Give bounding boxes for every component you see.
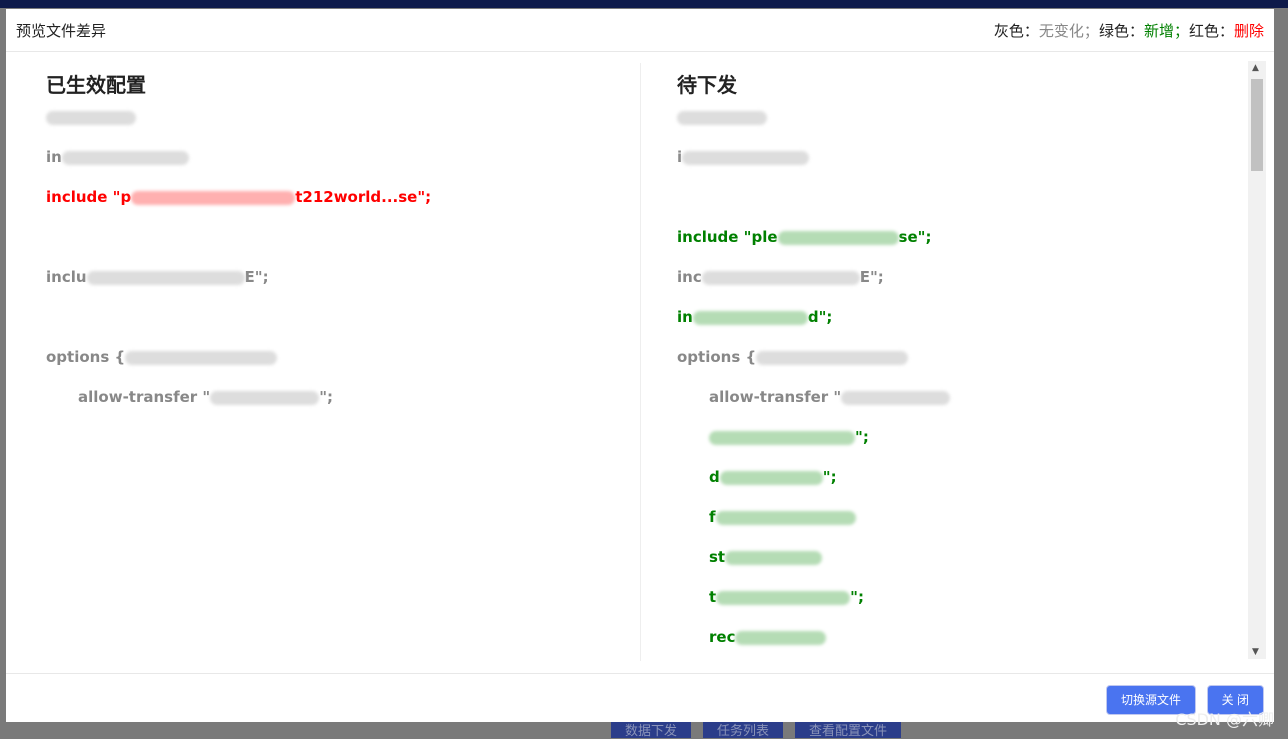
modal-header: 预览文件差异 灰色：无变化；绿色：新增；红色：删除 bbox=[6, 9, 1274, 52]
legend-green-label: 绿色： bbox=[1098, 21, 1144, 40]
diff-line-unchanged: in bbox=[46, 137, 606, 177]
redacted-text bbox=[725, 550, 823, 565]
redacted-text bbox=[841, 390, 951, 405]
pending-config-heading: 待下发 bbox=[677, 73, 737, 97]
diff-preview-modal: 预览文件差异 灰色：无变化；绿色：新增；红色：删除 已生效配置 in includ… bbox=[6, 9, 1274, 722]
diff-line-added: rec bbox=[677, 617, 1237, 657]
diff-line-unchanged: allow-transfer " "; bbox=[46, 377, 606, 417]
pending-config-column: 待下发 i include "ple se"; inc E"; in d"; options … bbox=[677, 53, 1237, 657]
diff-line-unchanged: inclu E"; bbox=[46, 257, 606, 297]
line-text-suffix: "; bbox=[822, 468, 837, 486]
line-text: f bbox=[709, 508, 716, 526]
color-legend: 灰色：无变化；绿色：新增；红色：删除 bbox=[994, 20, 1264, 41]
legend-gray-value: 无变化； bbox=[1038, 21, 1099, 40]
redacted-text bbox=[692, 310, 808, 325]
diff-line-added: f bbox=[677, 497, 1237, 537]
diff-line-added: include "ple se"; bbox=[677, 217, 1237, 257]
redacted-text bbox=[131, 190, 296, 205]
legend-green-value: 新增； bbox=[1143, 21, 1189, 40]
line-text-suffix: t212world...se"; bbox=[295, 188, 432, 206]
diff-line-added: in d"; bbox=[677, 297, 1237, 337]
redacted-text bbox=[210, 390, 320, 405]
line-text: in bbox=[46, 148, 62, 166]
scroll-down-icon[interactable]: ▼ bbox=[1252, 647, 1259, 657]
diff-line-blank bbox=[46, 217, 606, 257]
legend-red-label: 红色： bbox=[1188, 21, 1234, 40]
redacted-text bbox=[715, 510, 856, 525]
line-text: options { bbox=[677, 348, 757, 366]
redacted-text bbox=[61, 150, 189, 165]
redacted-text bbox=[756, 350, 909, 365]
scroll-up-icon[interactable]: ▲ bbox=[1252, 63, 1259, 73]
redacted-text bbox=[86, 270, 245, 285]
active-config-heading: 已生效配置 bbox=[46, 73, 146, 97]
diff-line-unchanged: i bbox=[677, 137, 1237, 177]
line-text-suffix: "; bbox=[319, 388, 334, 406]
redacted-text bbox=[46, 110, 136, 125]
diff-line-added: d "; bbox=[677, 457, 1237, 497]
line-text-suffix: se"; bbox=[898, 228, 932, 246]
redacted-text bbox=[777, 230, 899, 245]
line-text: d bbox=[709, 468, 720, 486]
line-text: include "p bbox=[46, 188, 132, 206]
modal-title: 预览文件差异 bbox=[16, 21, 107, 40]
line-text-suffix: E"; bbox=[244, 268, 269, 286]
column-divider bbox=[640, 63, 641, 661]
line-text-suffix: E"; bbox=[859, 268, 884, 286]
redacted-text bbox=[719, 470, 823, 485]
diff-line-deleted: include "p t212world...se"; bbox=[46, 177, 606, 217]
legend-red-value: 删除 bbox=[1233, 21, 1264, 40]
line-text: st bbox=[709, 548, 726, 566]
line-text: allow-transfer " bbox=[78, 388, 211, 406]
redacted-text bbox=[125, 350, 278, 365]
scrollbar-thumb[interactable] bbox=[1251, 79, 1263, 171]
background-topbar bbox=[0, 0, 1288, 8]
line-text-suffix: "; bbox=[855, 428, 869, 446]
redacted-text bbox=[709, 430, 855, 445]
diff-body: 已生效配置 in include "p t212world...se"; inclu E… bbox=[6, 53, 1274, 673]
diff-line-added: t "; bbox=[677, 577, 1237, 617]
diff-line-added: "; bbox=[677, 417, 1237, 457]
active-config-column: 已生效配置 in include "p t212world...se"; inclu E… bbox=[46, 53, 606, 417]
scrollbar[interactable]: ▲ ▼ bbox=[1248, 61, 1266, 659]
diff-line-blank bbox=[46, 297, 606, 337]
watermark: CSDN @六卿 bbox=[1175, 710, 1274, 729]
line-text: t bbox=[709, 588, 717, 606]
line-text-suffix: "; bbox=[850, 588, 864, 606]
diff-line-unchanged bbox=[677, 97, 1237, 137]
redacted-text bbox=[735, 630, 827, 645]
redacted-text bbox=[716, 590, 851, 605]
diff-line-blank bbox=[677, 177, 1237, 217]
modal-footer: 切换源文件 关 闭 bbox=[6, 673, 1274, 722]
line-text: include "ple bbox=[677, 228, 778, 246]
diff-line-unchanged: allow-transfer " bbox=[677, 377, 1237, 417]
line-text-suffix: d"; bbox=[807, 308, 833, 326]
diff-line-unchanged: options { bbox=[46, 337, 606, 377]
line-text: inc bbox=[677, 268, 702, 286]
line-text: in bbox=[677, 308, 693, 326]
diff-line-unchanged: options { bbox=[677, 337, 1237, 377]
redacted-text bbox=[682, 150, 810, 165]
line-text: allow-transfer " bbox=[709, 388, 842, 406]
diff-line-unchanged bbox=[46, 97, 606, 137]
legend-gray-label: 灰色： bbox=[993, 21, 1039, 40]
diff-line-added: st bbox=[677, 537, 1237, 577]
line-text: inclu bbox=[46, 268, 87, 286]
redacted-text bbox=[701, 270, 860, 285]
line-text: options { bbox=[46, 348, 126, 366]
redacted-text bbox=[677, 110, 767, 125]
diff-line-unchanged: inc E"; bbox=[677, 257, 1237, 297]
line-text: rec bbox=[709, 628, 736, 646]
